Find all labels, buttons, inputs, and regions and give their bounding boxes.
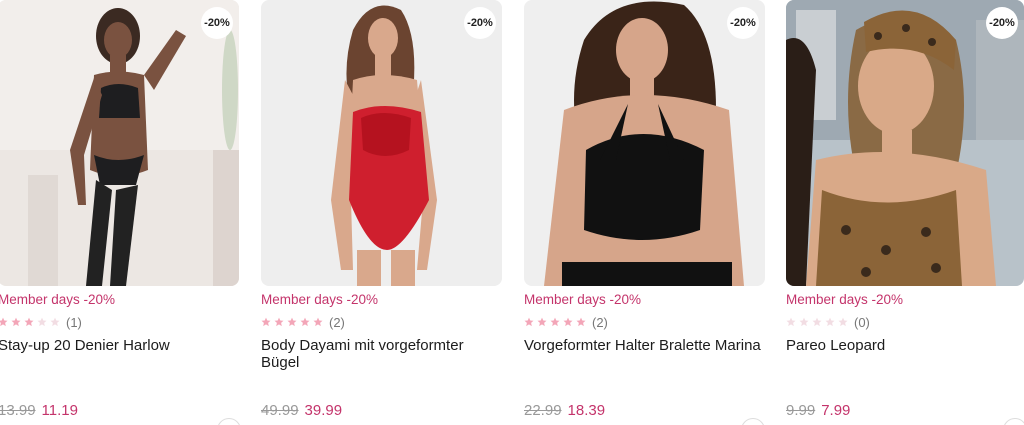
star-icon (812, 317, 822, 327)
review-count[interactable]: (0) (854, 315, 870, 330)
product-image[interactable] (0, 0, 239, 286)
rating: (2) (261, 315, 345, 330)
rating: (1) (0, 315, 82, 330)
review-count[interactable]: (2) (592, 315, 608, 330)
promo-label: Member days -20% (261, 292, 379, 307)
promo-label: Member days -20% (524, 292, 642, 307)
star-icon (537, 317, 547, 327)
product-card[interactable]: -20% Member days -20% (2) Body Dayami mi… (261, 0, 502, 425)
rating: (2) (524, 315, 608, 330)
product-image[interactable] (786, 0, 1024, 286)
price: 9.99 7.99 (786, 402, 850, 419)
sale-price: 7.99 (821, 402, 851, 419)
original-price: 9.99 (786, 402, 816, 419)
sale-price: 11.19 (41, 402, 78, 419)
star-icon (37, 317, 47, 327)
star-icon (576, 317, 586, 327)
star-icon (786, 317, 796, 327)
star-rating (786, 317, 848, 327)
discount-badge: -20% (201, 7, 233, 39)
star-icon (300, 317, 310, 327)
sale-price: 18.39 (567, 402, 606, 419)
star-icon (313, 317, 323, 327)
price: 13.99 11.19 (0, 402, 78, 419)
star-icon (524, 317, 534, 327)
star-icon (287, 317, 297, 327)
star-icon (24, 317, 34, 327)
price: 22.99 18.39 (524, 402, 605, 419)
product-card[interactable]: -20% Member days -20% (1) Stay-up 20 Den… (0, 0, 239, 425)
discount-badge: -20% (727, 7, 759, 39)
star-icon (799, 317, 809, 327)
original-price: 13.99 (0, 402, 36, 419)
discount-badge: -20% (464, 7, 496, 39)
product-name[interactable]: Stay-up 20 Denier Harlow (0, 337, 236, 354)
original-price: 22.99 (524, 402, 562, 419)
star-rating (261, 317, 323, 327)
star-icon (50, 317, 60, 327)
star-icon (550, 317, 560, 327)
product-card[interactable]: -20% Member days -20% (2) Vorgeformter H… (524, 0, 765, 425)
original-price: 49.99 (261, 402, 299, 419)
sale-price: 39.99 (304, 402, 343, 419)
star-rating (0, 317, 60, 327)
star-icon (825, 317, 835, 327)
star-rating (524, 317, 586, 327)
product-name[interactable]: Body Dayami mit vorgeformter Bügel (261, 337, 499, 371)
review-count[interactable]: (1) (66, 315, 82, 330)
discount-badge: -20% (986, 7, 1018, 39)
review-count[interactable]: (2) (329, 315, 345, 330)
star-icon (261, 317, 271, 327)
star-icon (838, 317, 848, 327)
rating: (0) (786, 315, 870, 330)
product-name[interactable]: Pareo Leopard (786, 337, 1024, 354)
price: 49.99 39.99 (261, 402, 342, 419)
product-image[interactable] (524, 0, 765, 286)
product-card[interactable]: -20% Member days -20% (0) Pareo Leopard … (786, 0, 1024, 425)
promo-label: Member days -20% (0, 292, 116, 307)
star-icon (0, 317, 8, 327)
promo-label: Member days -20% (786, 292, 904, 307)
product-grid: -20% Member days -20% (1) Stay-up 20 Den… (0, 0, 1024, 425)
product-name[interactable]: Vorgeformter Halter Bralette Marina (524, 337, 762, 354)
star-icon (11, 317, 21, 327)
product-image[interactable] (261, 0, 502, 286)
star-icon (563, 317, 573, 327)
star-icon (274, 317, 284, 327)
